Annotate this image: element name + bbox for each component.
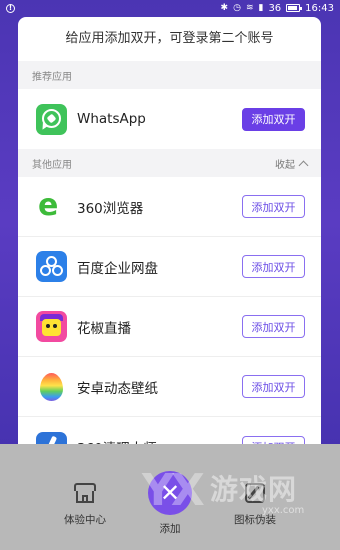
whatsapp-icon [36, 103, 67, 135]
app-name: 百度企业网盘 [77, 260, 158, 277]
tab-label: 体验中心 [64, 514, 106, 526]
recommended-header-label: 推荐应用 [32, 71, 72, 83]
app-name: 安卓动态壁纸 [77, 380, 158, 397]
add-dual-button-wallpaper[interactable]: 添加双开 [242, 375, 305, 398]
close-add-button[interactable]: ✕ [148, 471, 192, 515]
add-dual-app-dialog: 给应用添加双开，可登录第二个账号 推荐应用 WhatsApp 添加双开 其他应用… [18, 17, 321, 457]
wifi-icon: ≋ [245, 3, 254, 13]
bluetooth-icon: ✱ [220, 3, 229, 13]
collapse-label: 收起 [275, 159, 295, 171]
add-dual-button-360-browser[interactable]: 添加双开 [242, 195, 305, 218]
360-browser-icon: e [36, 191, 67, 222]
store-icon [72, 480, 98, 506]
app-row-huajiao: 花椒直播 添加双开 [18, 297, 321, 357]
recommended-section-header: 推荐应用 [18, 61, 321, 89]
clock: 16:43 [305, 2, 334, 14]
collapse-toggle[interactable]: 收起 [275, 156, 309, 171]
add-dual-button-baidu-netdisk[interactable]: 添加双开 [242, 255, 305, 278]
app-name: WhatsApp [77, 111, 146, 127]
add-dual-button-huajiao[interactable]: 添加双开 [242, 315, 305, 338]
signal-icon: ▮ [258, 3, 264, 13]
add-label: 添加 [159, 523, 181, 535]
edit-icon [242, 480, 268, 506]
app-row-wallpaper: 安卓动态壁纸 添加双开 [18, 357, 321, 417]
app-name: 360浏览器 [77, 200, 144, 217]
chevron-up-icon [298, 160, 309, 170]
wallpaper-icon [36, 371, 67, 402]
other-header-label: 其他应用 [32, 159, 72, 171]
status-bar: ! ✱ ◷ ≋ ▮ 36 16:43 [0, 0, 340, 16]
baidu-netdisk-icon [36, 251, 67, 282]
tab-label: 图标伪装 [234, 514, 276, 526]
huajiao-icon [36, 311, 67, 342]
app-name: 花椒直播 [77, 320, 131, 337]
warning-icon: ! [6, 3, 15, 13]
app-row-whatsapp: WhatsApp 添加双开 [18, 89, 321, 149]
close-icon: ✕ [159, 479, 181, 507]
tab-icon-disguise[interactable]: 图标伪装 [220, 480, 290, 527]
network-label: 36 [268, 2, 282, 14]
tab-experience-center[interactable]: 体验中心 [50, 480, 120, 527]
battery-icon [286, 4, 303, 12]
app-row-360-browser: e 360浏览器 添加双开 [18, 177, 321, 237]
other-section-header: 其他应用 收起 [18, 149, 321, 177]
app-row-baidu-netdisk: 百度企业网盘 添加双开 [18, 237, 321, 297]
add-dual-button-whatsapp[interactable]: 添加双开 [242, 107, 305, 131]
dialog-title: 给应用添加双开，可登录第二个账号 [65, 31, 274, 46]
alarm-icon: ◷ [233, 3, 241, 13]
